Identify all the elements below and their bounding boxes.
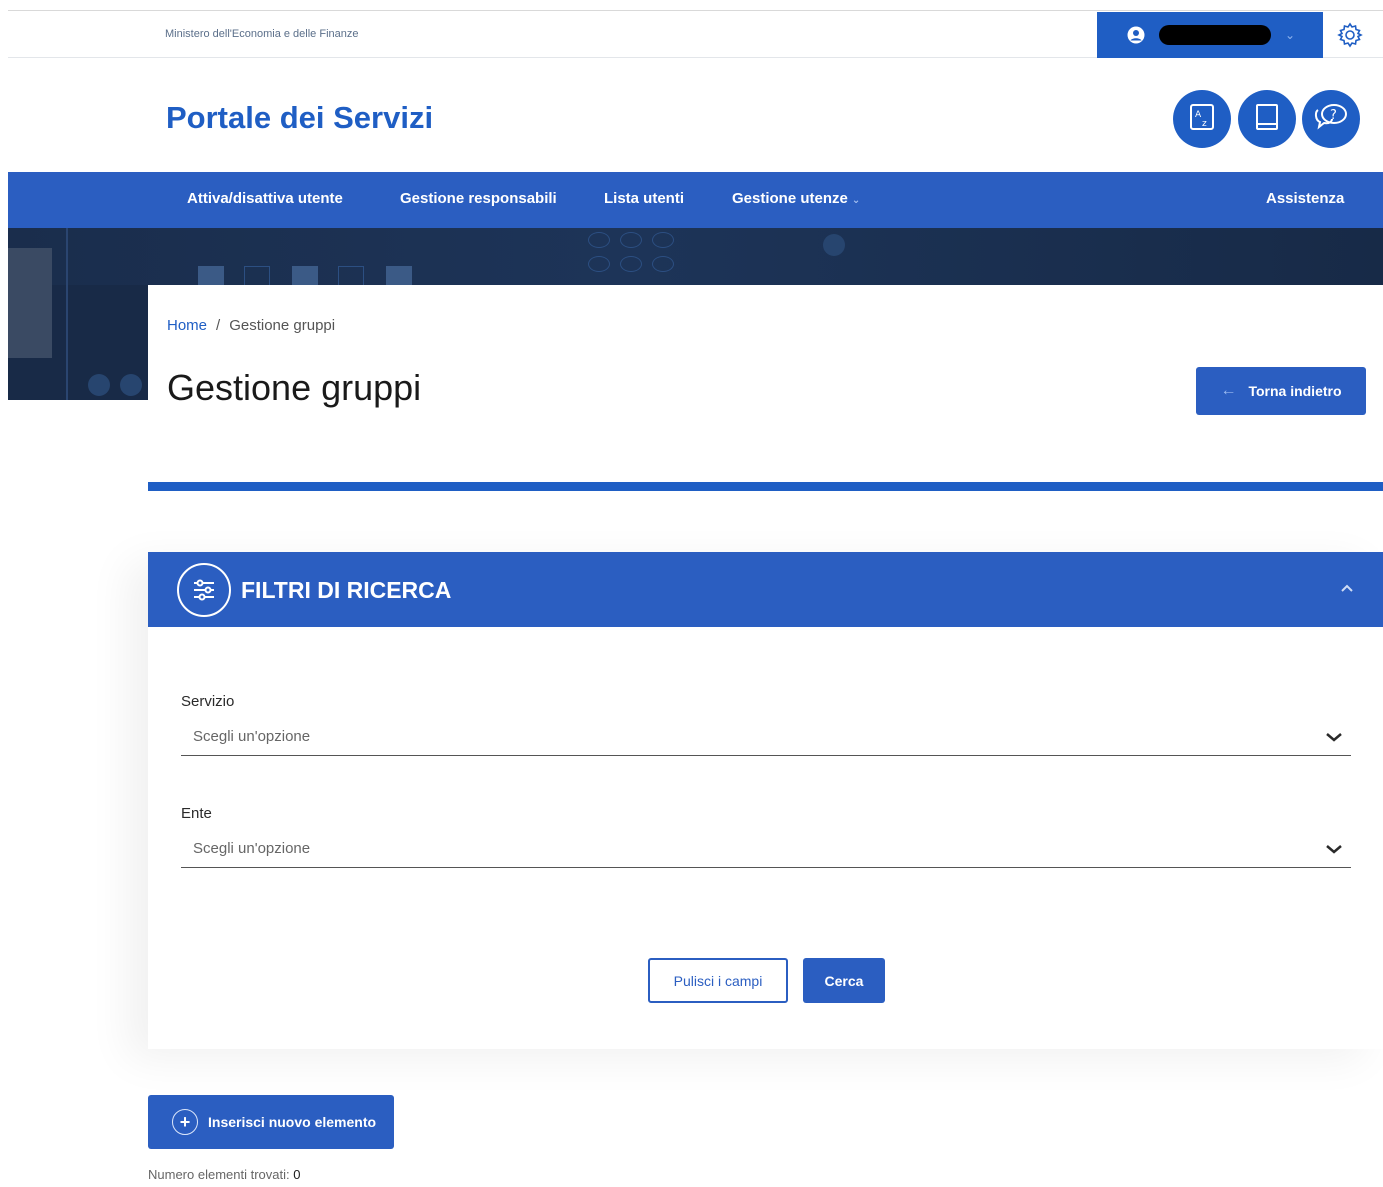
book-icon xyxy=(1252,102,1282,137)
svg-text:?: ? xyxy=(1330,108,1337,123)
divider-bar xyxy=(148,482,1383,491)
hero-decoration xyxy=(620,232,642,248)
hero-decoration xyxy=(198,266,224,286)
nav-assistenza[interactable]: Assistenza xyxy=(1266,190,1344,207)
page-title: Gestione gruppi xyxy=(167,367,422,408)
svg-text:z: z xyxy=(1202,119,1207,129)
site-title[interactable]: Portale dei Servizi xyxy=(166,100,433,136)
breadcrumb-home[interactable]: Home xyxy=(167,317,207,334)
hero-decoration xyxy=(8,248,52,358)
glossary-button[interactable]: Az xyxy=(1173,90,1231,148)
main-nav: Attiva/disattiva utente Gestione respons… xyxy=(8,172,1383,228)
nav-gestione-utenze[interactable]: Gestione utenze ⌄ xyxy=(732,190,860,207)
filter-sliders-icon xyxy=(177,563,231,617)
breadcrumb: Home / Gestione gruppi xyxy=(167,317,335,334)
ente-select[interactable]: Scegli un'opzione xyxy=(181,834,1351,868)
servizio-placeholder: Scegli un'opzione xyxy=(193,728,311,745)
hero-decoration xyxy=(588,256,610,272)
nav-attiva-disattiva[interactable]: Attiva/disattiva utente xyxy=(187,190,343,207)
glossary-icon: Az xyxy=(1187,102,1217,137)
hero-decoration xyxy=(652,232,674,248)
hero-decoration xyxy=(620,256,642,272)
hero-decoration xyxy=(588,232,610,248)
gear-icon[interactable] xyxy=(1336,21,1364,49)
chevron-down-icon xyxy=(1323,840,1345,858)
svg-text:A: A xyxy=(1195,110,1202,120)
hero-decoration xyxy=(823,234,845,256)
user-menu[interactable]: ⌄ xyxy=(1097,12,1323,58)
top-bar: Ministero dell'Economia e delle Finanze … xyxy=(8,10,1383,58)
help-button[interactable]: ? xyxy=(1302,90,1360,148)
back-button-label: Torna indietro xyxy=(1248,383,1342,399)
chevron-down-icon: ⌄ xyxy=(851,195,861,206)
help-chat-icon: ? xyxy=(1312,102,1350,137)
insert-new-item-button[interactable]: + Inserisci nuovo elemento xyxy=(148,1095,394,1149)
hero-decoration xyxy=(88,374,110,396)
servizio-select[interactable]: Scegli un'opzione xyxy=(181,722,1351,756)
chevron-up-icon[interactable] xyxy=(1340,580,1354,596)
hero-decoration xyxy=(244,266,270,286)
results-count-value: 0 xyxy=(293,1167,301,1182)
add-circle-icon: + xyxy=(172,1109,198,1135)
page-header-card: Home / Gestione gruppi Gestione gruppi ← T… xyxy=(148,285,1383,490)
filter-panel: FILTRI DI RICERCA Servizio Scegli un'opz… xyxy=(148,552,1383,1049)
arrow-left-icon: ← xyxy=(1220,382,1237,399)
hero-decoration xyxy=(652,256,674,272)
nav-gestione-utenze-label: Gestione utenze xyxy=(732,190,848,207)
nav-gestione-responsabili[interactable]: Gestione responsabili xyxy=(400,190,557,207)
back-button[interactable]: ← Torna indietro xyxy=(1196,367,1366,415)
nav-lista-utenti[interactable]: Lista utenti xyxy=(604,190,684,207)
filter-title: FILTRI DI RICERCA xyxy=(241,577,452,603)
chevron-down-icon xyxy=(1323,728,1345,746)
breadcrumb-separator: / xyxy=(216,317,221,334)
results-count: Numero elementi trovati: 0 xyxy=(148,1167,300,1182)
chevron-down-icon: ⌄ xyxy=(1285,28,1296,42)
hero-decoration xyxy=(386,266,412,286)
results-count-label: Numero elementi trovati: xyxy=(148,1167,290,1182)
ente-placeholder: Scegli un'opzione xyxy=(193,840,311,857)
manual-button[interactable] xyxy=(1238,90,1296,148)
search-button[interactable]: Cerca xyxy=(803,958,885,1003)
ente-label: Ente xyxy=(181,805,212,822)
ministry-name[interactable]: Ministero dell'Economia e delle Finanze xyxy=(165,28,358,40)
hero-decoration xyxy=(292,266,318,286)
breadcrumb-current: Gestione gruppi xyxy=(229,317,336,334)
hero-decoration xyxy=(338,266,364,286)
insert-button-label: Inserisci nuovo elemento xyxy=(208,1114,377,1130)
hero-decoration xyxy=(66,228,68,400)
hero-decoration xyxy=(120,374,142,396)
user-name-redacted xyxy=(1159,25,1271,45)
clear-fields-button[interactable]: Pulisci i campi xyxy=(648,958,788,1003)
servizio-label: Servizio xyxy=(181,693,235,710)
user-icon xyxy=(1125,24,1147,46)
filter-header[interactable]: FILTRI DI RICERCA xyxy=(148,552,1383,627)
